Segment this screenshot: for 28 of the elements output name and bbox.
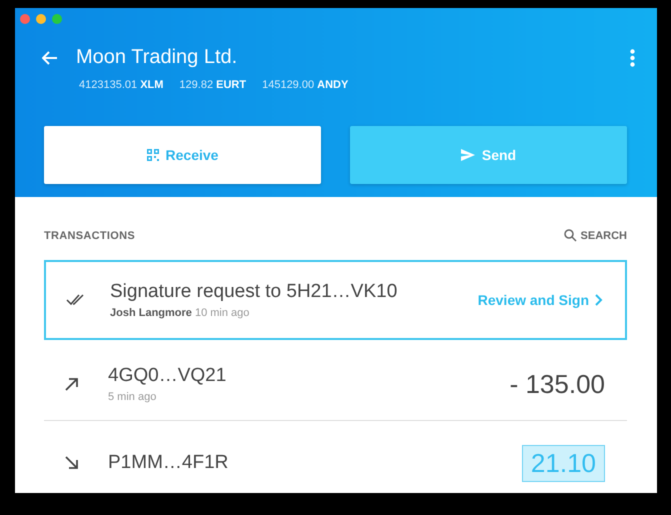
close-window-icon[interactable]: [20, 14, 30, 24]
arrow-down-right-icon: [64, 455, 80, 471]
paper-plane-icon: [460, 149, 475, 161]
transaction-meta: Josh Langmore 10 min ago: [110, 307, 250, 319]
more-menu-icon[interactable]: [630, 48, 635, 66]
balance: 145129.00 ANDY: [262, 79, 348, 91]
minimize-window-icon[interactable]: [36, 14, 46, 24]
transaction-title: 4GQ0…VQ21: [108, 365, 228, 387]
balance: 129.82 EURT: [179, 79, 246, 91]
transaction-row[interactable]: P1MM…4F1R 21.10: [44, 433, 627, 493]
qr-code-icon: [146, 149, 159, 161]
balance: 4123135.01 XLM: [79, 79, 164, 91]
transaction-amount: 21.10: [522, 444, 605, 482]
search-icon: [564, 229, 577, 242]
chevron-right-icon: [595, 294, 603, 306]
arrow-up-right-icon: [64, 376, 80, 392]
transaction-time: 5 min ago: [108, 391, 158, 403]
transaction-title: P1MM…4F1R: [108, 452, 230, 474]
transaction-title: Signature request to 5H21…VK10: [110, 281, 398, 303]
transaction-row[interactable]: 4GQ0…VQ21 5 min ago - 135.00: [44, 348, 627, 421]
search-button[interactable]: SEARCH: [564, 229, 627, 242]
transaction-amount: - 135.00: [510, 368, 605, 400]
signature-request-card[interactable]: Signature request to 5H21…VK10 Josh Langmore 10 min ago Review and Sign: [44, 260, 627, 340]
maximize-window-icon[interactable]: [52, 14, 62, 24]
back-arrow-icon[interactable]: [42, 50, 58, 64]
account-title: Moon Trading Ltd.: [76, 46, 238, 69]
section-title: TRANSACTIONS: [44, 230, 135, 242]
double-check-icon: [66, 294, 86, 306]
